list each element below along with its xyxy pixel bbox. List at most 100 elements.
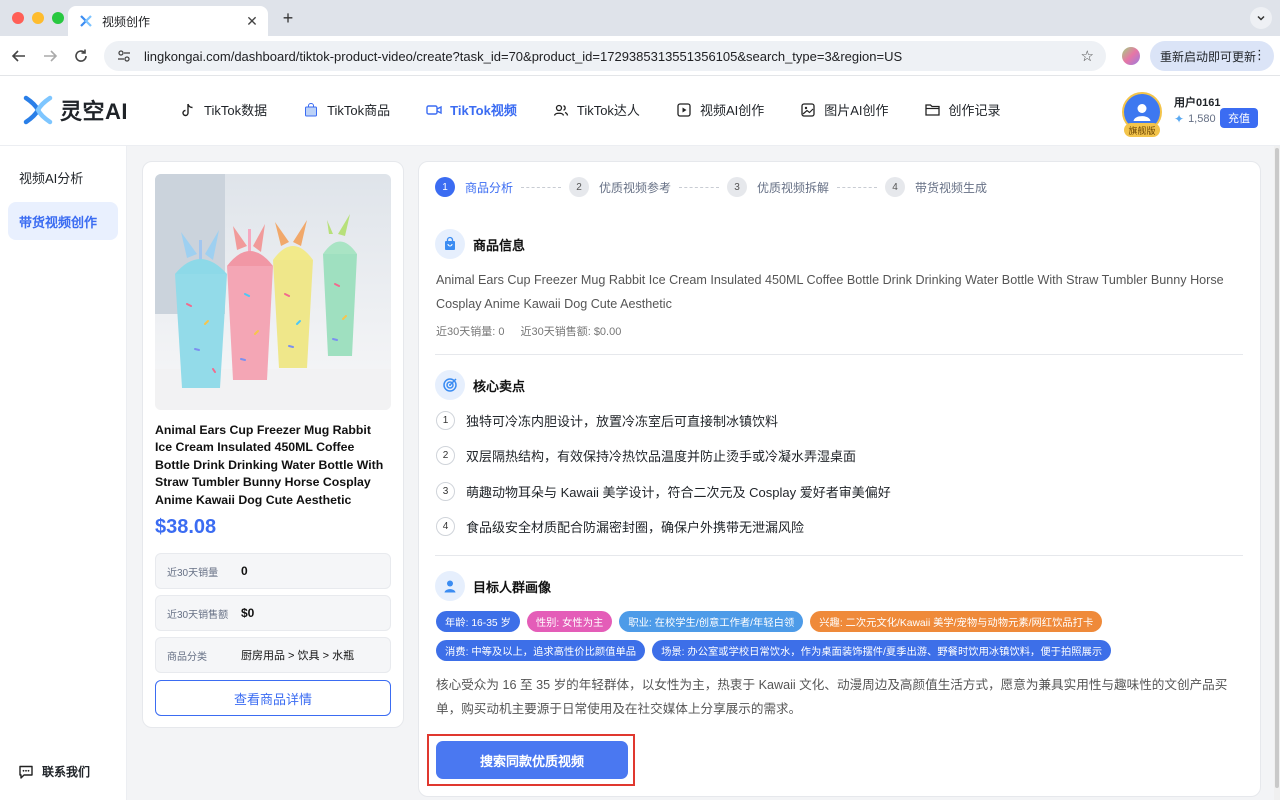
tag-gender: 性别: 女性为主 xyxy=(526,611,613,632)
back-arrow-icon[interactable] xyxy=(8,45,30,67)
address-bar[interactable]: lingkongai.com/dashboard/tiktok-product-… xyxy=(104,41,1106,71)
favicon-icon xyxy=(78,13,94,29)
contact-label: 联系我们 xyxy=(42,765,91,779)
point-number: 4 xyxy=(436,517,455,536)
tag-row: 年龄: 16-35 岁 性别: 女性为主 职业: 在校学生/创意工作者/年轻白领… xyxy=(436,611,1256,632)
site-settings-icon[interactable] xyxy=(116,48,132,64)
section-divider xyxy=(435,555,1243,556)
tiktok-icon xyxy=(180,102,196,118)
tag-age: 年龄: 16-35 岁 xyxy=(436,611,520,632)
reload-icon[interactable] xyxy=(70,45,92,67)
point-text: 独特可冷冻内胆设计，放置冷冻室后可直接制冰镇饮料 xyxy=(466,414,779,429)
nav-label: TikTok商品 xyxy=(327,103,391,118)
sidebar-item-video-ai-analysis[interactable]: 视频AI分析 xyxy=(8,158,118,196)
recharge-button[interactable]: 充值 xyxy=(1220,108,1258,128)
contact-us-link[interactable]: 联系我们 xyxy=(18,763,90,780)
update-label: 重新启动即可更新 xyxy=(1160,49,1257,64)
selling-point: 2 双层隔热结构，有效保持冷热饮品温度并防止烫手或冷凝水弄湿桌面 xyxy=(436,446,856,465)
nav-tiktok-data[interactable]: TikTok数据 xyxy=(180,100,267,119)
browser-tab[interactable]: 视频创作 ✕ xyxy=(68,6,268,36)
forward-arrow-icon[interactable] xyxy=(39,45,61,67)
app-logo[interactable]: 灵空AI xyxy=(22,94,128,126)
tab-title: 视频创作 xyxy=(102,14,151,29)
tag-scenario: 场景: 办公室或学校日常饮水，作为桌面装饰摆件/夏季出游、野餐时饮用冰镇饮料，便… xyxy=(652,640,1112,661)
step-number: 1 xyxy=(435,177,455,197)
step-quality-video-reference[interactable]: 2 优质视频参考 xyxy=(569,177,671,197)
bookmark-star-icon[interactable]: ☆ xyxy=(1081,47,1094,65)
sidebar: 视频AI分析 带货视频创作 联系我们 xyxy=(0,146,127,800)
tab-search-chevron-icon[interactable] xyxy=(1250,7,1272,29)
window-maximize-button[interactable] xyxy=(52,12,64,24)
step-product-analysis[interactable]: 1 商品分析 xyxy=(435,177,513,197)
more-menu-icon[interactable]: ⋮ xyxy=(1253,48,1266,62)
sidebar-item-label: 带货视频创作 xyxy=(19,214,98,230)
revenue-30d: 近30天销售额: $0.00 xyxy=(520,326,622,338)
nav-label: TikTok达人 xyxy=(576,103,640,118)
app-header: 灵空AI TikTok数据 TikTok商品 TikTok视频 TikTok达人 xyxy=(0,76,1280,146)
sidebar-item-sales-video-creation[interactable]: 带货视频创作 xyxy=(8,202,118,240)
audience-tags: 年龄: 16-35 岁 性别: 女性为主 职业: 在校学生/创意工作者/年轻白领… xyxy=(436,611,1256,669)
window-close-button[interactable] xyxy=(12,12,24,24)
step-label: 优质视频拆解 xyxy=(757,180,830,195)
product-image xyxy=(155,174,391,410)
tag-occupation: 职业: 在校学生/创意工作者/年轻白领 xyxy=(619,611,804,632)
profile-avatar-icon[interactable] xyxy=(1122,47,1140,65)
nav-label: 创作记录 xyxy=(948,103,1001,118)
stat-key: 商品分类 xyxy=(167,651,207,663)
point-text: 食品级安全材质配合防漏密封圈，确保户外携带无泄漏风险 xyxy=(466,520,805,535)
nav-tiktok-video[interactable]: TikTok视频 xyxy=(426,100,517,119)
nav-label: 视频AI创作 xyxy=(699,103,765,118)
point-number: 1 xyxy=(436,411,455,430)
stat-value: 厨房用品 > 饮具 > 水瓶 xyxy=(241,650,355,662)
scrollbar-thumb[interactable] xyxy=(1275,148,1279,788)
section-title: 核心卖点 xyxy=(473,378,526,394)
sales-summary: 近30天销量: 0 近30天销售额: $0.00 xyxy=(436,323,637,339)
tag-row: 消费: 中等及以上，追求高性价比颜值单品 场景: 办公室或学校日常饮水，作为桌面… xyxy=(436,640,1256,661)
stat-sales-30d: 近30天销量 0 xyxy=(155,553,391,589)
analysis-panel: 1 商品分析 2 优质视频参考 3 优质视频拆解 4 带货视频生成 商品信息 A… xyxy=(418,161,1261,797)
product-info-text: Animal Ears Cup Freezer Mug Rabbit Ice C… xyxy=(436,273,1224,311)
stat-key: 近30天销售额 xyxy=(167,609,229,621)
stat-value: 0 xyxy=(241,564,248,578)
step-number: 3 xyxy=(727,177,748,197)
audience-summary: 核心受众为 16 至 35 岁的年轻群体，以女性为主，热衷于 Kawaii 文化… xyxy=(436,678,1228,716)
nav-tiktok-creators[interactable]: TikTok达人 xyxy=(553,100,640,119)
progress-steps: 1 商品分析 2 优质视频参考 3 优质视频拆解 4 带货视频生成 xyxy=(435,177,987,197)
bag-icon xyxy=(303,102,319,118)
section-divider xyxy=(435,354,1243,355)
diamond-icon: ✦ xyxy=(1174,112,1185,126)
nav-tiktok-products[interactable]: TikTok商品 xyxy=(303,100,390,119)
update-browser-button[interactable]: 重新启动即可更新 ⋮ xyxy=(1150,41,1274,71)
nav-image-ai-creation[interactable]: 图片AI创作 xyxy=(800,100,889,119)
nav-creation-records[interactable]: 创作记录 xyxy=(925,100,1001,119)
window-minimize-button[interactable] xyxy=(32,12,44,24)
step-divider xyxy=(837,186,878,188)
user-name: 用户0161 xyxy=(1174,97,1221,109)
shopping-bag-icon xyxy=(435,229,465,259)
step-quality-video-breakdown[interactable]: 3 优质视频拆解 xyxy=(727,177,829,197)
nav-video-ai-creation[interactable]: 视频AI创作 xyxy=(676,100,764,119)
nav-label: 图片AI创作 xyxy=(824,103,889,118)
step-divider xyxy=(521,186,562,188)
product-card: Animal Ears Cup Freezer Mug Rabbit Ice C… xyxy=(142,161,404,728)
new-tab-button[interactable]: + xyxy=(278,8,298,29)
folder-icon xyxy=(925,102,941,118)
vip-badge: 旗舰版 xyxy=(1124,123,1160,137)
logo-text: 灵空AI xyxy=(60,99,129,124)
step-sales-video-generation[interactable]: 4 带货视频生成 xyxy=(885,177,987,197)
nav-label: TikTok数据 xyxy=(204,103,268,118)
person-icon xyxy=(435,571,465,601)
view-product-details-button[interactable]: 查看商品详情 xyxy=(155,680,391,716)
section-title: 目标人群画像 xyxy=(473,579,552,595)
product-title: Animal Ears Cup Freezer Mug Rabbit Ice C… xyxy=(155,423,384,507)
page-scrollbar[interactable] xyxy=(1274,146,1280,800)
tab-close-icon[interactable]: ✕ xyxy=(244,13,260,30)
step-number: 2 xyxy=(569,177,590,197)
tag-consumption: 消费: 中等及以上，追求高性价比颜值单品 xyxy=(436,640,646,661)
stat-value: $0 xyxy=(241,606,255,620)
user-icon xyxy=(1133,104,1151,121)
tag-interest: 兴趣: 二次元文化/Kawaii 美学/宠物与动物元素/网红饮品打卡 xyxy=(810,611,1103,632)
selling-point: 4 食品级安全材质配合防漏密封圈，确保户外携带无泄漏风险 xyxy=(436,517,804,536)
logo-icon xyxy=(23,95,53,125)
stat-key: 近30天销量 xyxy=(167,567,219,579)
